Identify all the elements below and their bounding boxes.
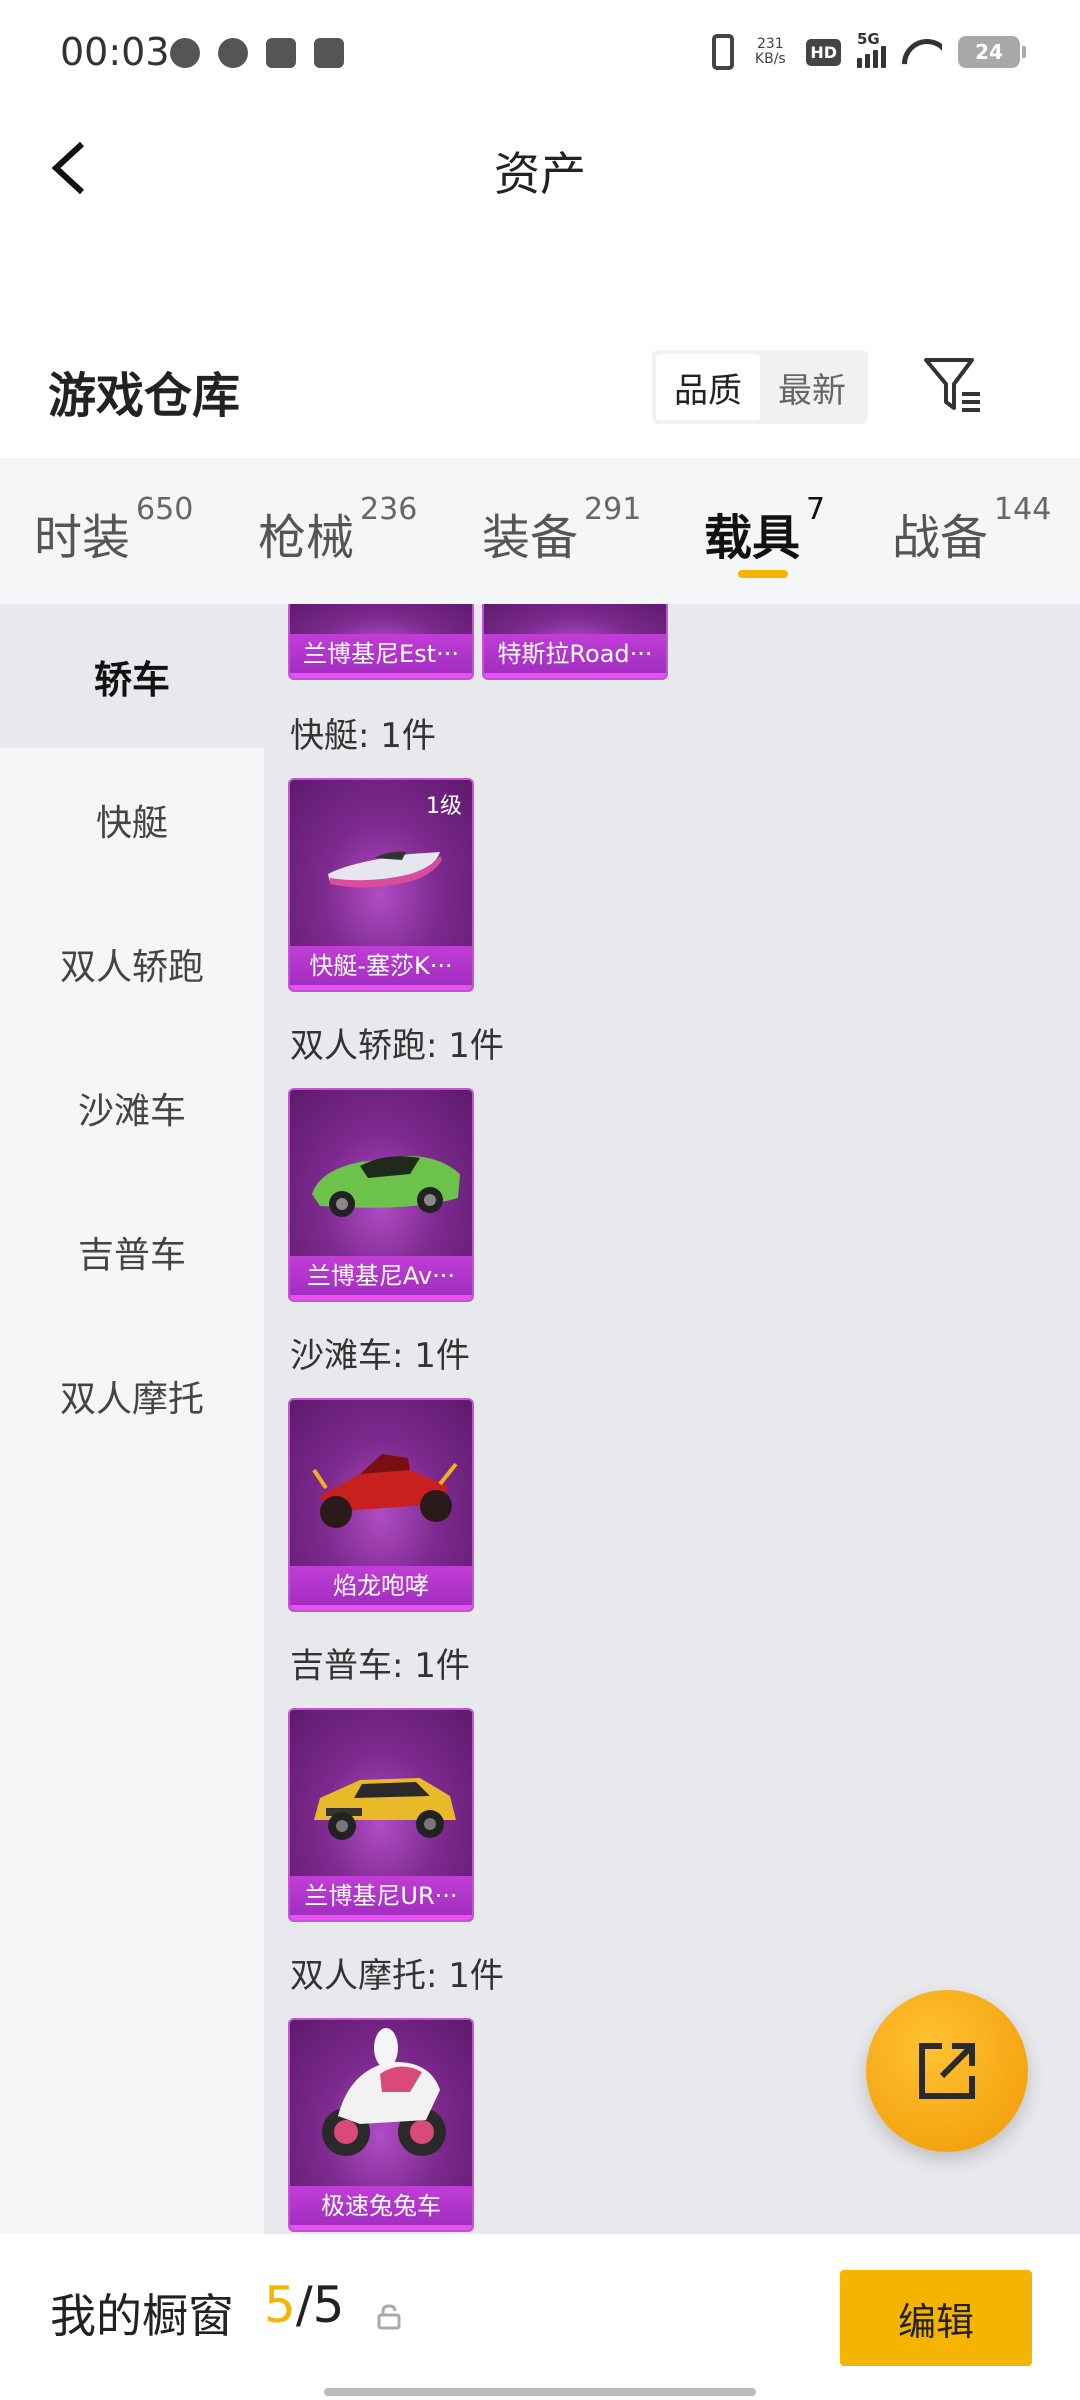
yellow-suv-icon — [314, 1778, 456, 1840]
net-speed: 231 KB/s — [750, 37, 790, 67]
shield-icon — [314, 38, 344, 68]
wechat-icon — [170, 38, 200, 68]
tab-fashion[interactable]: 时装650 — [34, 492, 193, 568]
warehouse-title: 游戏仓库 — [48, 368, 241, 424]
vehicle-name: 焰龙咆哮 — [290, 1566, 472, 1610]
showcase-count: 5/5 — [264, 2276, 344, 2334]
vehicle-card[interactable]: 兰博基尼Av··· — [288, 1088, 474, 1302]
side-item-motorcycle[interactable]: 双人摩托 — [0, 1324, 264, 1468]
battery-icon: 24 — [958, 36, 1026, 68]
vehicle-name: 兰博基尼UR··· — [290, 1876, 472, 1920]
showcase-label: 我的橱窗 — [50, 2289, 234, 2343]
side-item-jeep[interactable]: 吉普车 — [0, 1180, 264, 1324]
motorcycle-icon — [322, 2028, 446, 2156]
side-item-sedan[interactable]: 轿车 — [0, 604, 264, 748]
showcase-count-separator: / — [295, 2276, 313, 2334]
vibrate-icon — [712, 34, 735, 70]
section-label-buggy: 沙滩车: 1件 — [290, 1336, 470, 1376]
red-buggy-icon — [312, 1454, 458, 1528]
filter-button[interactable] — [920, 352, 986, 418]
sort-newest-option[interactable]: 最新 — [760, 354, 864, 420]
section-label-coupe: 双人轿跑: 1件 — [290, 1026, 504, 1066]
vehicle-list: 兰博基尼Est··· 特斯拉Road··· 快艇: 1件 1级 快艇-塞莎K··… — [264, 604, 1080, 2234]
side-item-coupe[interactable]: 双人轿跑 — [0, 892, 264, 1036]
speedboat-icon — [328, 851, 442, 888]
side-item-buggy[interactable]: 沙滩车 — [0, 1036, 264, 1180]
status-notification-icons — [170, 38, 344, 68]
vehicle-card[interactable]: 特斯拉Road··· — [482, 604, 668, 680]
app-header: 资产 — [0, 110, 1080, 230]
tab-label: 枪械 — [258, 510, 355, 566]
vehicle-card[interactable]: 兰博基尼Est··· — [288, 604, 474, 680]
net-speed-value: 231 — [756, 36, 784, 52]
edit-button[interactable]: 编辑 — [840, 2270, 1032, 2366]
green-sports-car-icon — [312, 1156, 460, 1217]
net-speed-unit: KB/s — [754, 51, 786, 67]
filter-icon — [924, 358, 980, 412]
page-title: 资产 — [494, 147, 586, 201]
network-type: 5G — [857, 30, 880, 48]
showcase-bar: 我的橱窗 5/5 编辑 — [0, 2234, 1080, 2400]
tab-label: 载具 — [704, 510, 801, 566]
lock-icon — [377, 2304, 401, 2330]
vehicle-type-nav: 轿车 快艇 双人轿跑 沙滩车 吉普车 双人摩托 — [0, 604, 264, 2234]
tab-count: 291 — [584, 492, 642, 527]
vehicle-name: 兰博基尼Av··· — [290, 1256, 472, 1300]
section-label-jeep: 吉普车: 1件 — [290, 1646, 470, 1686]
share-button[interactable] — [866, 1990, 1028, 2152]
tab-count: 144 — [994, 492, 1052, 527]
category-tabs: 时装650 枪械236 装备291 载具7 战备144 — [0, 458, 1080, 604]
showcase-count-current: 5 — [264, 2276, 296, 2334]
signal-icon: 5G — [857, 30, 886, 68]
vehicle-card[interactable]: 兰博基尼UR··· — [288, 1708, 474, 1922]
bag-icon — [266, 38, 296, 68]
side-item-speedboat[interactable]: 快艇 — [0, 748, 264, 892]
share-icon — [919, 2043, 975, 2099]
tab-count: 7 — [806, 492, 826, 527]
tab-count: 650 — [136, 492, 194, 527]
leaf-icon — [218, 38, 248, 68]
status-time: 00:03 — [60, 30, 170, 74]
sort-toggle: 品质 最新 — [652, 350, 868, 424]
vehicle-card[interactable]: 焰龙咆哮 — [288, 1398, 474, 1612]
hd-badge: HD — [806, 38, 841, 66]
tab-label: 时装 — [34, 510, 131, 566]
tab-label: 装备 — [482, 510, 579, 566]
section-label-speedboat: 快艇: 1件 — [290, 716, 436, 756]
tab-equipment[interactable]: 装备291 — [482, 492, 641, 568]
wifi-icon — [902, 37, 942, 67]
vehicle-name: 兰博基尼Est··· — [290, 634, 472, 678]
battery-level: 24 — [975, 40, 1003, 64]
showcase-count-total: 5 — [312, 2276, 345, 2334]
status-bar: 00:03 231 KB/s HD 5G 24 — [0, 0, 1080, 110]
active-tab-indicator — [738, 570, 788, 578]
tab-tactical[interactable]: 战备144 — [892, 492, 1051, 568]
sort-quality-option[interactable]: 品质 — [656, 354, 760, 420]
section-label-motorcycle: 双人摩托: 1件 — [290, 1956, 504, 1996]
vehicle-name: 快艇-塞莎K··· — [290, 946, 472, 990]
status-system-icons: 231 KB/s HD 5G 24 — [712, 30, 1026, 70]
vehicle-name: 极速兔兔车 — [290, 2186, 472, 2230]
tab-guns[interactable]: 枪械236 — [258, 492, 417, 568]
vehicle-card[interactable]: 1级 快艇-塞莎K··· — [288, 778, 474, 992]
vehicle-name: 特斯拉Road··· — [484, 634, 666, 678]
tab-vehicles[interactable]: 载具7 — [704, 492, 825, 568]
home-indicator[interactable] — [324, 2388, 756, 2396]
tab-count: 236 — [360, 492, 418, 527]
tab-label: 战备 — [892, 510, 989, 566]
vehicle-card[interactable]: 极速兔兔车 — [288, 2018, 474, 2232]
